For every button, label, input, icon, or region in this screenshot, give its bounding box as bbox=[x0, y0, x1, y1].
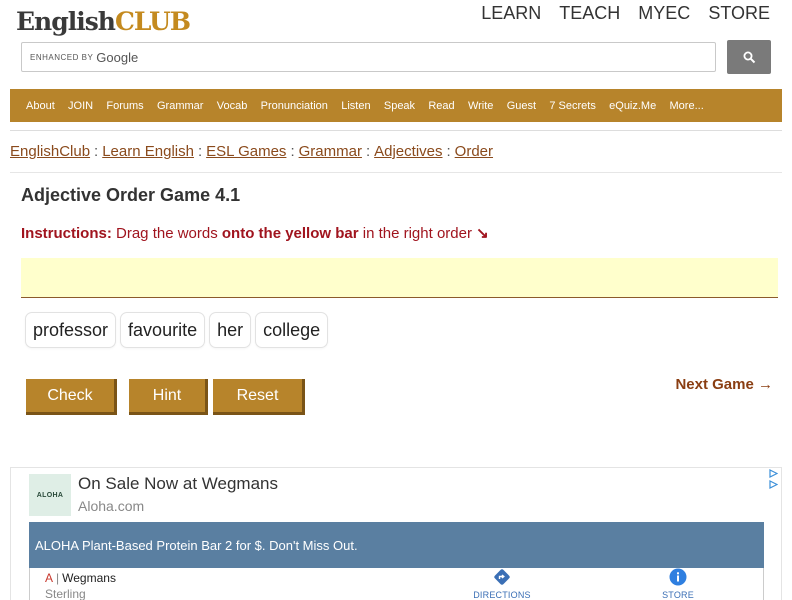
nav-myec[interactable]: MYEC bbox=[638, 3, 690, 24]
navbar-forums[interactable]: Forums bbox=[106, 100, 143, 112]
store-info-button[interactable]: STORE bbox=[643, 568, 713, 600]
yellow-drop-bar[interactable] bbox=[21, 258, 778, 298]
breadcrumb-order[interactable]: Order bbox=[455, 143, 493, 160]
ad-headline[interactable]: On Sale Now at Wegmans bbox=[78, 474, 278, 494]
navbar-grammar[interactable]: Grammar bbox=[157, 100, 203, 112]
instructions-text-1: Drag the words bbox=[111, 225, 222, 242]
reset-button[interactable]: Reset bbox=[213, 379, 305, 415]
instructions-label: Instructions: bbox=[21, 225, 112, 242]
navbar-read[interactable]: Read bbox=[428, 100, 454, 112]
logo-english: English bbox=[16, 7, 116, 36]
divider bbox=[10, 172, 782, 173]
search-icon bbox=[743, 51, 755, 63]
check-button[interactable]: Check bbox=[26, 379, 117, 415]
next-game-link[interactable]: Next Game → bbox=[675, 376, 773, 393]
location-marker: A bbox=[45, 571, 54, 585]
word-tile[interactable]: professor bbox=[25, 312, 117, 348]
directions-button[interactable]: DIRECTIONS bbox=[467, 568, 537, 600]
instructions: Instructions: Drag the words onto the ye… bbox=[21, 224, 489, 242]
navbar-guest[interactable]: Guest bbox=[507, 100, 536, 112]
ad-domain[interactable]: Aloha.com bbox=[78, 498, 144, 514]
ad-location[interactable]: A | Wegmans bbox=[45, 571, 116, 585]
logo-club: CLUB bbox=[114, 7, 191, 36]
navbar-equiz[interactable]: eQuiz.Me bbox=[609, 100, 656, 112]
play-triangle-icon bbox=[768, 469, 778, 478]
word-tile[interactable]: college bbox=[255, 312, 329, 348]
navbar-7-secrets[interactable]: 7 Secrets bbox=[549, 100, 595, 112]
breadcrumb-separator: : bbox=[197, 143, 203, 160]
breadcrumb-englishclub[interactable]: EnglishClub bbox=[10, 143, 90, 160]
nav-learn[interactable]: LEARN bbox=[481, 3, 541, 24]
location-name: Wegmans bbox=[62, 571, 116, 585]
word-tiles: professor favourite her college bbox=[25, 312, 329, 348]
top-navigation: LEARN TEACH MYEC STORE bbox=[481, 3, 770, 24]
page-title: Adjective Order Game 4.1 bbox=[21, 185, 241, 205]
directions-icon bbox=[494, 569, 510, 585]
navbar-vocab[interactable]: Vocab bbox=[217, 100, 248, 112]
google-label: Google bbox=[96, 49, 139, 65]
breadcrumb-learn-english[interactable]: Learn English bbox=[102, 143, 194, 160]
advertisement[interactable]: ALOHA On Sale Now at Wegmans Aloha.com A… bbox=[10, 467, 782, 600]
main-navbar: About JOIN Forums Grammar Vocab Pronunci… bbox=[10, 89, 782, 122]
breadcrumb-separator: : bbox=[365, 143, 371, 160]
breadcrumb-separator: : bbox=[290, 143, 295, 160]
navbar-join[interactable]: JOIN bbox=[68, 100, 93, 112]
store-label: STORE bbox=[662, 590, 694, 600]
breadcrumb-adjectives[interactable]: Adjectives bbox=[374, 143, 442, 160]
search-input[interactable]: ENHANCED BY Google bbox=[21, 42, 716, 72]
divider bbox=[10, 130, 782, 131]
info-icon bbox=[669, 568, 687, 586]
navbar-more[interactable]: More... bbox=[670, 100, 704, 112]
nav-teach[interactable]: TEACH bbox=[559, 3, 620, 24]
ad-city: Sterling bbox=[45, 587, 86, 600]
ad-logo[interactable]: ALOHA bbox=[29, 474, 71, 516]
nav-store[interactable]: STORE bbox=[708, 3, 770, 24]
navbar-speak[interactable]: Speak bbox=[384, 100, 415, 112]
breadcrumb-separator: : bbox=[446, 143, 451, 160]
play-triangle-icon bbox=[768, 480, 778, 489]
ad-banner[interactable]: ALOHA Plant-Based Protein Bar 2 for $. D… bbox=[29, 522, 764, 568]
breadcrumb: EnglishClub: Learn English: ESL Games: Gram… bbox=[10, 143, 493, 160]
word-tile[interactable]: favourite bbox=[120, 312, 206, 348]
hint-button[interactable]: Hint bbox=[129, 379, 208, 415]
ad-choices-icon[interactable] bbox=[767, 469, 779, 495]
navbar-write[interactable]: Write bbox=[468, 100, 493, 112]
instructions-bold: onto the yellow bar bbox=[221, 225, 359, 242]
enhanced-by-label: ENHANCED BY bbox=[30, 52, 94, 62]
instructions-text-2: in the right order bbox=[358, 225, 477, 242]
breadcrumb-separator: : bbox=[94, 143, 99, 160]
word-tile[interactable]: her bbox=[209, 312, 252, 348]
arrow-down-right-icon: ↘ bbox=[476, 225, 489, 242]
divider bbox=[763, 568, 764, 600]
breadcrumb-grammar[interactable]: Grammar bbox=[299, 143, 362, 160]
navbar-listen[interactable]: Listen bbox=[341, 100, 370, 112]
directions-label: DIRECTIONS bbox=[473, 590, 531, 600]
navbar-pronunciation[interactable]: Pronunciation bbox=[261, 100, 328, 112]
navbar-about[interactable]: About bbox=[26, 100, 55, 112]
englishclub-logo[interactable]: English CLUB bbox=[16, 0, 191, 36]
divider bbox=[29, 568, 30, 600]
search-button[interactable] bbox=[727, 40, 771, 74]
breadcrumb-esl-games[interactable]: ESL Games bbox=[206, 143, 286, 160]
